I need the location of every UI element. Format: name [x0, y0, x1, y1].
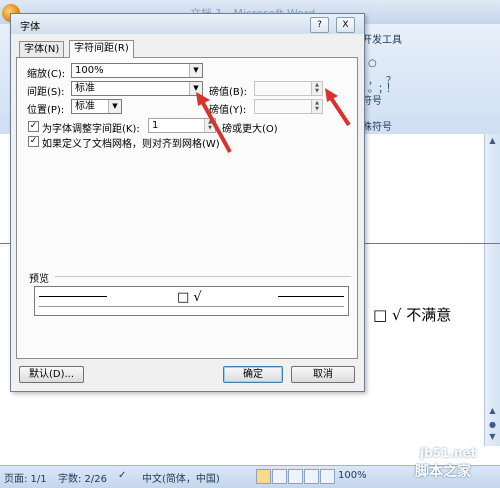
tab-font[interactable]: 字体(N): [19, 41, 65, 58]
snap-to-grid-checkbox[interactable]: ✓: [28, 136, 39, 147]
preview-line-right: [278, 296, 344, 297]
chevron-down-icon[interactable]: ▼: [189, 64, 202, 77]
help-icon[interactable]: ?: [310, 17, 329, 33]
status-zoom[interactable]: 100%: [338, 470, 367, 481]
chevron-down-icon[interactable]: ▼: [189, 82, 202, 95]
tab-character-spacing[interactable]: 字符间距(R): [69, 40, 134, 58]
preview-text: □ √: [177, 290, 202, 305]
position-by-label: 磅值(Y):: [209, 105, 247, 116]
proofing-icon[interactable]: ✓: [118, 470, 126, 481]
spinner-arrows-icon[interactable]: ▲ ▼: [204, 119, 215, 132]
spacing-label: 间距(S):: [27, 87, 65, 98]
kerning-spinner[interactable]: 1 ▲ ▼: [148, 118, 216, 133]
kerning-value: 1: [152, 120, 159, 131]
ribbon-special-symbol-group: 殊符号: [362, 122, 392, 133]
watermark-name: 脚本之家: [415, 464, 471, 480]
full-screen-reading-icon[interactable]: [272, 469, 287, 484]
ribbon-symbol-0[interactable]: ○: [368, 58, 377, 69]
ribbon-tab-developer[interactable]: 开发工具: [362, 31, 402, 46]
position-select[interactable]: 标准 ▼: [71, 99, 122, 114]
ribbon-symbol-button[interactable]: 符号: [362, 92, 382, 107]
outline-view-icon[interactable]: [304, 469, 319, 484]
cancel-button[interactable]: 取消: [291, 366, 355, 383]
font-dialog: 字体 ? X 字体(N) 字符间距(R) 缩放(C): 100% ▼ 间距(S)…: [10, 13, 365, 392]
kerning-checkbox[interactable]: ✓: [28, 121, 39, 132]
select-browse-object-icon[interactable]: ●: [487, 420, 498, 430]
vertical-scrollbar[interactable]: ▲ ▲ ● ▼: [484, 134, 500, 446]
scroll-up-icon[interactable]: ▲: [487, 136, 498, 146]
scale-value: 100%: [75, 65, 104, 76]
position-label: 位置(P):: [27, 105, 65, 116]
draft-view-icon[interactable]: [320, 469, 335, 484]
spacing-by-label: 磅值(B):: [209, 87, 248, 98]
document-text: □ √ 不满意: [373, 306, 452, 324]
status-words[interactable]: 字数: 2/26: [58, 470, 107, 485]
scale-label: 缩放(C):: [27, 69, 66, 80]
spinner-arrows-icon[interactable]: ▲ ▼: [311, 82, 322, 95]
chevron-down-icon[interactable]: ▼: [108, 100, 121, 113]
dialog-title-bar[interactable]: 字体 ? X: [11, 14, 364, 34]
position-value: 标准: [75, 101, 95, 112]
default-button[interactable]: 默认(D)...: [19, 366, 84, 383]
watermark-url: jb51.net: [420, 446, 477, 460]
spinner-arrows-icon[interactable]: ▲ ▼: [311, 100, 322, 113]
close-icon[interactable]: X: [336, 17, 355, 33]
position-by-spinner[interactable]: ▲ ▼: [254, 99, 323, 114]
ribbon-symbol-5[interactable]: ！: [386, 80, 396, 95]
spacing-select[interactable]: 标准 ▼: [71, 81, 203, 96]
next-page-icon[interactable]: ▼: [487, 432, 498, 442]
ok-button[interactable]: 确定: [223, 366, 283, 383]
preview-divider: [55, 276, 351, 277]
snap-to-grid-label: 如果定义了文档网格，则对齐到网格(W): [42, 139, 220, 150]
kerning-suffix-label: 磅或更大(O): [222, 124, 278, 135]
preview-box: □ √: [34, 286, 349, 316]
spacing-by-spinner[interactable]: ▲ ▼: [254, 81, 323, 96]
spacing-value: 标准: [75, 83, 95, 94]
web-layout-icon[interactable]: [288, 469, 303, 484]
preview-label: 预览: [29, 274, 49, 285]
status-page[interactable]: 页面: 1/1: [4, 470, 47, 485]
status-language[interactable]: 中文(简体，中国): [142, 470, 220, 485]
preview-baseline: [39, 306, 344, 307]
preview-line-left: [39, 296, 107, 297]
kerning-label: 为字体调整字间距(K):: [42, 124, 140, 135]
prev-page-icon[interactable]: ▲: [487, 406, 498, 416]
scale-select[interactable]: 100% ▼: [71, 63, 203, 78]
dialog-title: 字体: [20, 22, 40, 33]
print-layout-icon[interactable]: [256, 469, 271, 484]
